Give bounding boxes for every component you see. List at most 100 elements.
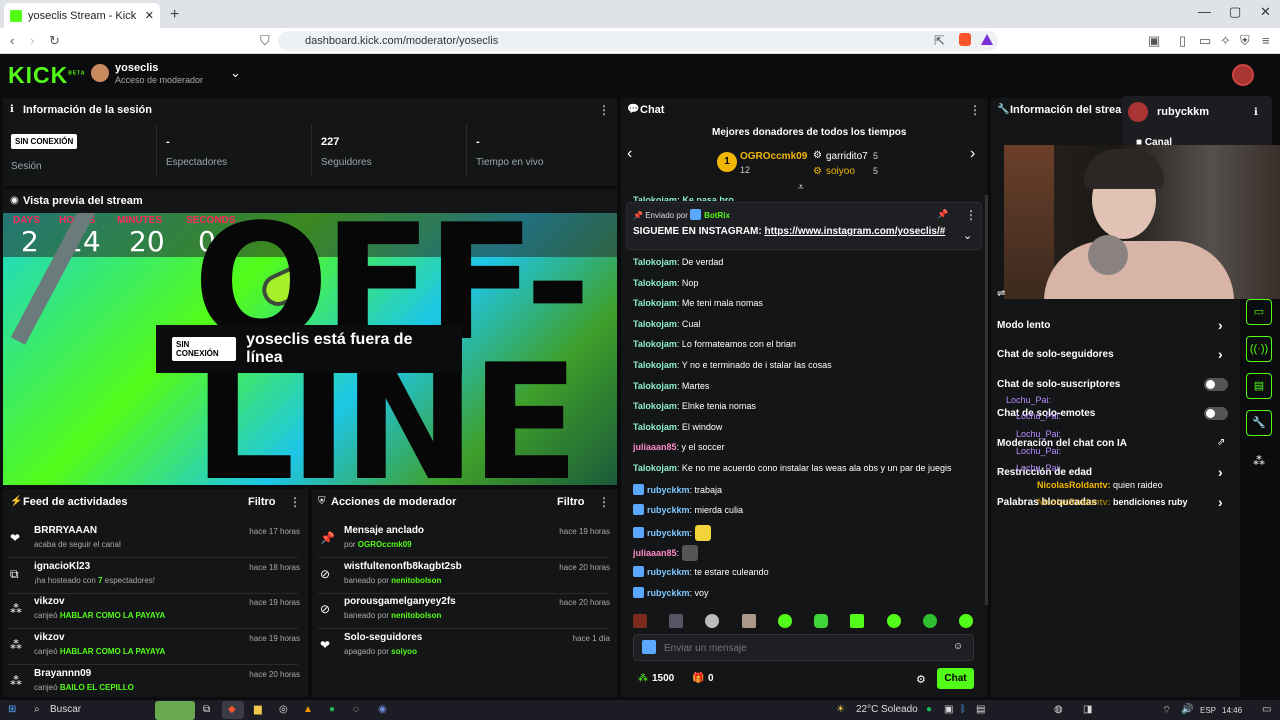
chat-scrollbar[interactable]	[985, 195, 988, 605]
chat-username[interactable]: Talokojam	[633, 257, 677, 267]
url-input[interactable]: dashboard.kick.com/moderator/yoseclis	[278, 31, 998, 51]
chat-username[interactable]: juliaaan85	[633, 442, 677, 452]
bookmark-icon[interactable]: ⛉	[260, 33, 270, 49]
notifications-icon[interactable]: ▭	[1262, 704, 1271, 715]
setting-row-label[interactable]: Chat de solo-seguidores	[997, 349, 1114, 360]
windows-start-icon[interactable]: ⊞	[8, 704, 16, 715]
minimize-icon[interactable]: —	[1198, 4, 1211, 19]
pinned-by-user[interactable]: BotRix	[704, 211, 730, 220]
chat-username[interactable]: Talokojam	[633, 319, 677, 329]
dock-cards-icon[interactable]: ▤	[1246, 373, 1272, 399]
collapse-icon[interactable]: ⩡	[798, 182, 804, 193]
emote-icon[interactable]	[850, 614, 865, 628]
close-tab-icon[interactable]: ✕	[145, 9, 154, 22]
unpin-icon[interactable]: 📌	[937, 209, 948, 220]
subscribers-only-toggle[interactable]	[1204, 378, 1228, 391]
reload-icon[interactable]: ↻	[49, 33, 60, 49]
channel-switch-chevron-down-icon[interactable]: ⌄	[230, 65, 241, 81]
emote-icon[interactable]	[777, 614, 792, 628]
chat-username[interactable]: rubyckkm	[647, 505, 690, 515]
user-card-info-icon[interactable]: ℹ	[1254, 107, 1258, 118]
chat-more-icon[interactable]: ⋮	[969, 103, 981, 117]
menu-icon[interactable]: ≡	[1262, 33, 1270, 48]
sidebar-icon[interactable]: ▯	[1179, 33, 1186, 49]
activity-user[interactable]: Brayannn09	[34, 668, 91, 679]
blocked-words-chevron-right-icon[interactable]: ›	[1218, 494, 1223, 510]
activity-user[interactable]: ignacioKl23	[34, 561, 90, 572]
user-card-name[interactable]: rubyckkm	[1157, 106, 1209, 118]
chat-send-button[interactable]: Chat	[937, 668, 974, 689]
tray-language[interactable]: ESP	[1200, 706, 1216, 715]
app-icon[interactable]: ▲	[303, 704, 313, 715]
vpn-icon[interactable]: ⛨	[1240, 33, 1250, 49]
mod-more-icon[interactable]: ⋮	[598, 495, 610, 509]
chat-message-input[interactable]	[664, 638, 934, 658]
chat-username[interactable]: juliaaan85	[633, 548, 677, 558]
tray-bluetooth-icon[interactable]: ᛒ	[960, 704, 966, 715]
app-icon[interactable]: ◌	[353, 704, 359, 715]
dock-broadcast-icon[interactable]: ((·))	[1246, 336, 1272, 362]
mod-filter-button[interactable]: Filtro	[557, 496, 585, 508]
new-tab-icon[interactable]: +	[170, 6, 179, 24]
mod-action-name[interactable]: porousgamelganyey2fs	[344, 596, 456, 607]
brave-rewards-icon[interactable]	[981, 34, 993, 45]
file-explorer-icon[interactable]: ▆	[254, 704, 262, 715]
activity-more-icon[interactable]: ⋮	[289, 495, 301, 509]
donor-name[interactable]: garridito7	[826, 151, 868, 162]
tray-icon[interactable]: ◨	[1083, 704, 1092, 715]
chat-username[interactable]: Talokojam	[633, 463, 677, 473]
activity-user[interactable]: vikzov	[34, 596, 65, 607]
chat-username[interactable]: Talokojam	[633, 401, 677, 411]
emote-icon[interactable]	[814, 614, 829, 628]
tray-steam-icon[interactable]: ◍	[1054, 704, 1063, 715]
extensions-icon[interactable]: ▣	[1148, 33, 1160, 49]
emotes-only-toggle[interactable]	[1204, 407, 1228, 420]
setting-row-label[interactable]: Modo lento	[997, 320, 1050, 331]
tray-clock[interactable]: 14:46	[1222, 706, 1242, 715]
chat-username[interactable]: rubyckkm	[647, 485, 690, 495]
brave-browser-icon[interactable]: ◆	[228, 704, 236, 715]
donor-name[interactable]: soiyoo	[826, 166, 855, 177]
chat-username[interactable]: Talokojam	[633, 278, 677, 288]
obs-icon[interactable]: ◎	[279, 704, 288, 715]
mod-action-actor[interactable]: nenitobolson	[391, 611, 441, 620]
brave-shield-icon[interactable]	[959, 33, 971, 46]
chat-username[interactable]: Talokojam	[633, 422, 677, 432]
emote-icon[interactable]	[958, 614, 973, 628]
chat-username[interactable]: Talokojam	[633, 339, 677, 349]
emote-icon[interactable]	[741, 614, 756, 628]
mod-action-actor[interactable]: soiyoo	[391, 647, 417, 656]
tray-network-icon[interactable]: ⌔	[1162, 704, 1171, 717]
tray-icon[interactable]: ▤	[976, 704, 985, 715]
kick-logo[interactable]: KICKBETA	[8, 62, 85, 89]
chat-username[interactable]: rubyckkm	[647, 528, 690, 538]
back-icon[interactable]: ‹	[10, 33, 14, 48]
donors-prev-icon[interactable]: ‹	[627, 145, 632, 163]
chat-username[interactable]: rubyckkm	[647, 588, 690, 598]
chat-settings-gear-icon[interactable]: ⚙	[916, 673, 926, 686]
followers-only-chevron-right-icon[interactable]: ›	[1218, 346, 1223, 362]
share-icon[interactable]: ⇱	[934, 33, 945, 49]
task-view-icon[interactable]: ⧉	[203, 704, 210, 715]
donor-name[interactable]: OGROccmk09	[740, 151, 807, 162]
donors-next-icon[interactable]: ›	[970, 145, 975, 163]
age-restriction-chevron-right-icon[interactable]: ›	[1218, 464, 1223, 480]
activity-user[interactable]: vikzov	[34, 632, 65, 643]
mod-action-actor[interactable]: nenitobolson	[391, 576, 441, 585]
leo-icon[interactable]: ✧	[1220, 33, 1231, 49]
emote-icon[interactable]	[705, 614, 720, 628]
tray-volume-icon[interactable]: 🔊	[1181, 704, 1193, 715]
forward-icon[interactable]: ›	[30, 33, 34, 48]
weather-temp[interactable]: 22°C	[856, 704, 878, 715]
dock-points-icon[interactable]: ⁂	[1253, 454, 1265, 468]
emote-icon[interactable]	[886, 614, 901, 628]
wallet-icon[interactable]: ▭	[1199, 33, 1211, 49]
spotify-icon[interactable]: ●	[329, 704, 335, 715]
chat-username[interactable]: Talokojam	[633, 360, 677, 370]
tray-icon[interactable]: ▣	[944, 704, 953, 715]
pinned-link[interactable]: https://www.instagram.com/yoseclis/#	[765, 226, 946, 237]
emote-icon[interactable]	[922, 614, 937, 628]
emote-icon[interactable]	[669, 614, 684, 628]
channel-points-value[interactable]: 1500	[652, 673, 674, 684]
emoji-picker-icon[interactable]: ☺	[953, 641, 963, 652]
